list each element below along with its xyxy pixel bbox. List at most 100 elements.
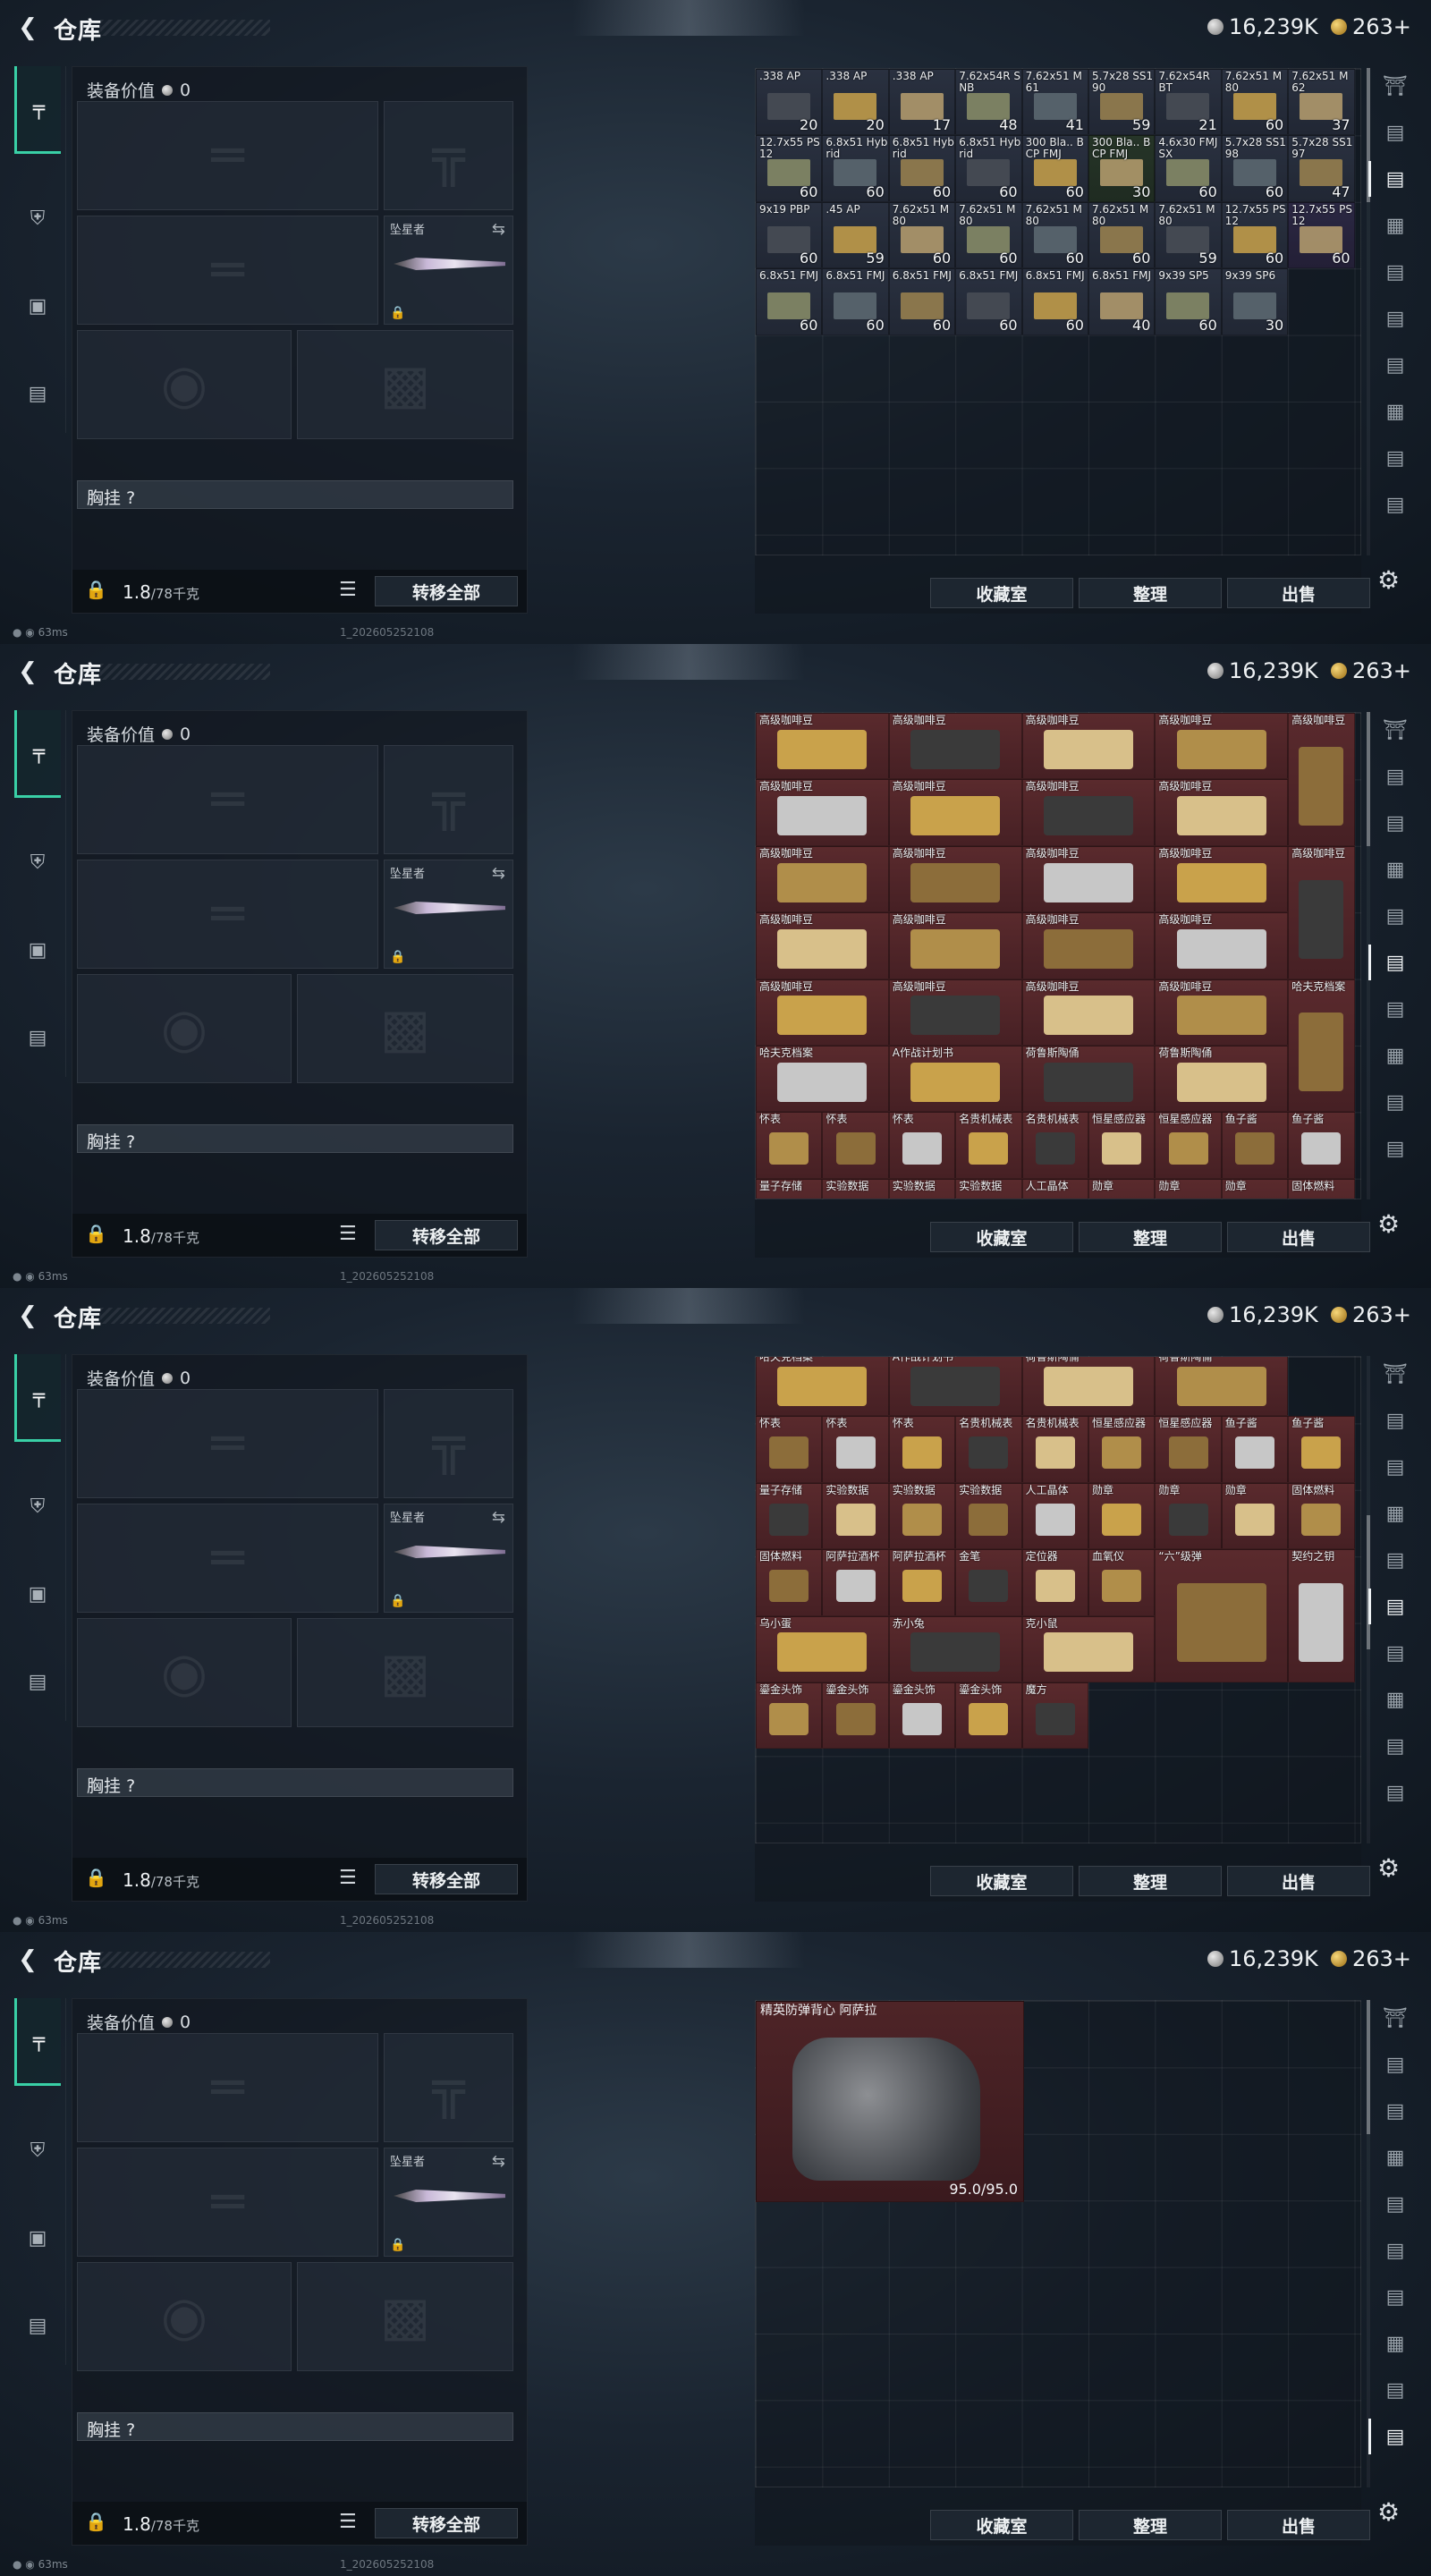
- loot-item[interactable]: 荷鲁斯陶俑: [1021, 1046, 1156, 1113]
- loot-item[interactable]: 乌小蛋: [756, 1615, 889, 1682]
- gun-icon[interactable]: ╤: [14, 1998, 61, 2086]
- transfer-all-button[interactable]: 转移全部: [375, 1864, 518, 1894]
- gun-icon[interactable]: ╤: [14, 710, 61, 798]
- ammo-item[interactable]: 9x39 SP6 30: [1221, 268, 1289, 335]
- ammo-item[interactable]: 12.7x55 PS12 60: [1288, 201, 1355, 269]
- loot-item[interactable]: 人工晶体: [1021, 1178, 1088, 1199]
- loot-item[interactable]: 鱼子酱: [1221, 1416, 1289, 1483]
- loot-item[interactable]: 实验数据: [955, 1178, 1022, 1199]
- helmet-slot[interactable]: ◉: [77, 2262, 292, 2371]
- secondary-weapon-slot[interactable]: ═: [77, 1504, 378, 1613]
- stash-page-icon[interactable]: ▦: [1377, 394, 1413, 429]
- swap-icon[interactable]: ⇆: [492, 2152, 505, 2171]
- ammo-item[interactable]: 5.7x28 SS198 60: [1221, 135, 1289, 202]
- stash-page-icon[interactable]: ⛩: [1377, 68, 1413, 104]
- loot-item[interactable]: 鎏金头饰: [888, 1682, 956, 1750]
- loot-item[interactable]: 实验数据: [888, 1482, 956, 1550]
- ammo-item[interactable]: 300 Bla.. BCP FMJ 30: [1088, 135, 1156, 202]
- ammo-item[interactable]: 5.7x28 SS190 59: [1088, 69, 1156, 136]
- sell-button[interactable]: 出售: [1227, 1866, 1370, 1896]
- pistol-slot[interactable]: ╦: [384, 745, 513, 854]
- stash-page-icon[interactable]: ⛩: [1377, 712, 1413, 748]
- loot-item[interactable]: 高级咖啡豆: [888, 713, 1022, 780]
- ammo-item[interactable]: 7.62x51 M80 60: [888, 201, 956, 269]
- pistol-slot[interactable]: ╦: [384, 1389, 513, 1498]
- loot-item[interactable]: 勋章: [1155, 1482, 1222, 1550]
- transfer-all-button[interactable]: 转移全部: [375, 576, 518, 606]
- briefcase-icon[interactable]: ▤: [14, 1014, 61, 1061]
- secondary-weapon-slot[interactable]: ═: [77, 860, 378, 969]
- loot-item[interactable]: 怀表: [822, 1416, 889, 1483]
- briefcase-icon[interactable]: ▤: [14, 1658, 61, 1705]
- ammo-item[interactable]: .338 AP 20: [822, 69, 889, 136]
- stash-page-icon[interactable]: ▤: [1377, 2093, 1413, 2129]
- stash-page-icon[interactable]: ▤: [1377, 254, 1413, 290]
- ammo-item[interactable]: 300 Bla.. BCP FMJ 60: [1021, 135, 1088, 202]
- loot-item[interactable]: “六”级弹: [1155, 1549, 1289, 1682]
- backpack-icon[interactable]: ▣: [14, 2215, 61, 2261]
- loot-item[interactable]: A作战计划书: [888, 1357, 1022, 1417]
- sell-button[interactable]: 出售: [1227, 1222, 1370, 1252]
- loot-item[interactable]: 血氧仪: [1088, 1549, 1156, 1616]
- backpack-icon[interactable]: ▣: [14, 927, 61, 973]
- loot-item[interactable]: 高级咖啡豆: [1021, 779, 1156, 846]
- ammo-item[interactable]: 7.62x51 M80 60: [1221, 69, 1289, 136]
- chest-rig-slot[interactable]: 胸挂 ?: [77, 2412, 513, 2441]
- loot-item[interactable]: 鎏金头饰: [955, 1682, 1022, 1750]
- loot-item[interactable]: 高级咖啡豆: [888, 979, 1022, 1046]
- pistol-slot[interactable]: ╦: [384, 101, 513, 210]
- loot-item[interactable]: 怀表: [888, 1112, 956, 1179]
- loot-item[interactable]: 高级咖啡豆: [756, 979, 889, 1046]
- stash-page-icon[interactable]: ▤: [1377, 2046, 1413, 2082]
- loot-item[interactable]: 金笔: [955, 1549, 1022, 1616]
- gear-icon[interactable]: ⚙: [1377, 1853, 1400, 1883]
- loot-item[interactable]: 勋章: [1221, 1482, 1289, 1550]
- stash-page-icon[interactable]: ▤: [1377, 347, 1413, 383]
- loot-item[interactable]: 名贵机械表: [1021, 1112, 1088, 1179]
- ammo-item[interactable]: 5.7x28 SS197 47: [1288, 135, 1355, 202]
- loot-item[interactable]: 阿萨拉酒杯: [822, 1549, 889, 1616]
- armor-slot[interactable]: ▩: [297, 2262, 513, 2371]
- primary-weapon-slot[interactable]: ═: [77, 101, 378, 210]
- sort-button[interactable]: 整理: [1079, 1222, 1222, 1252]
- stash-page-icon[interactable]: ▤: [1377, 805, 1413, 841]
- swap-icon[interactable]: ⇆: [492, 864, 505, 883]
- list-icon[interactable]: ☰: [339, 1223, 357, 1245]
- ammo-item[interactable]: 7.62x51 M80 59: [1155, 201, 1222, 269]
- ammo-item[interactable]: 7.62x51 M61 41: [1021, 69, 1088, 136]
- stash-page-icon[interactable]: ▤: [1377, 2372, 1413, 2408]
- loot-item[interactable]: 赤小兔: [888, 1615, 1022, 1682]
- melee-slot[interactable]: 坠星者 ⇆ 🔒: [384, 216, 513, 325]
- stash-page-icon[interactable]: ▤: [1377, 1402, 1413, 1438]
- briefcase-icon[interactable]: ▤: [14, 2302, 61, 2349]
- list-icon[interactable]: ☰: [339, 1867, 357, 1889]
- stash-page-icon[interactable]: ▤: [1377, 1084, 1413, 1120]
- ammo-item[interactable]: 6.8x51 FMJ 60: [822, 268, 889, 335]
- melee-slot[interactable]: 坠星者 ⇆ 🔒: [384, 860, 513, 969]
- ammo-item[interactable]: 6.8x51 FMJ 60: [888, 268, 956, 335]
- loot-item[interactable]: 固体燃料: [1288, 1482, 1355, 1550]
- stash-page-icon[interactable]: ▦: [1377, 1038, 1413, 1073]
- stash-page-icon[interactable]: ▦: [1377, 1496, 1413, 1531]
- loot-item[interactable]: 高级咖啡豆: [756, 713, 889, 780]
- armor-slot[interactable]: ▩: [297, 974, 513, 1083]
- loot-item[interactable]: 高级咖啡豆: [756, 845, 889, 913]
- loot-item[interactable]: 鎏金头饰: [756, 1682, 823, 1750]
- loot-item[interactable]: 怀表: [756, 1416, 823, 1483]
- ammo-item[interactable]: 9x19 PBP 60: [756, 201, 823, 269]
- armor-icon[interactable]: ⛨: [14, 195, 61, 242]
- gold-currency[interactable]: 263+: [1331, 1302, 1411, 1327]
- ammo-item[interactable]: 6.8x51 Hybrid 60: [888, 135, 956, 202]
- loot-item[interactable]: 勋章: [1088, 1178, 1156, 1199]
- collection-button[interactable]: 收藏室: [930, 1222, 1073, 1252]
- loot-item[interactable]: 恒星感应器: [1088, 1112, 1156, 1179]
- ammo-item[interactable]: 12.7x55 PS12 60: [1221, 201, 1289, 269]
- back-arrow-icon[interactable]: ❮: [13, 13, 43, 43]
- loot-item[interactable]: 荷鲁斯陶俑: [1155, 1046, 1289, 1113]
- stash-page-icon[interactable]: ▤: [1377, 114, 1413, 150]
- back-arrow-icon[interactable]: ❮: [13, 657, 43, 687]
- loot-item[interactable]: 恒星感应器: [1088, 1416, 1156, 1483]
- helmet-slot[interactable]: ◉: [77, 974, 292, 1083]
- loot-item[interactable]: 怀表: [888, 1416, 956, 1483]
- melee-slot[interactable]: 坠星者 ⇆ 🔒: [384, 2148, 513, 2257]
